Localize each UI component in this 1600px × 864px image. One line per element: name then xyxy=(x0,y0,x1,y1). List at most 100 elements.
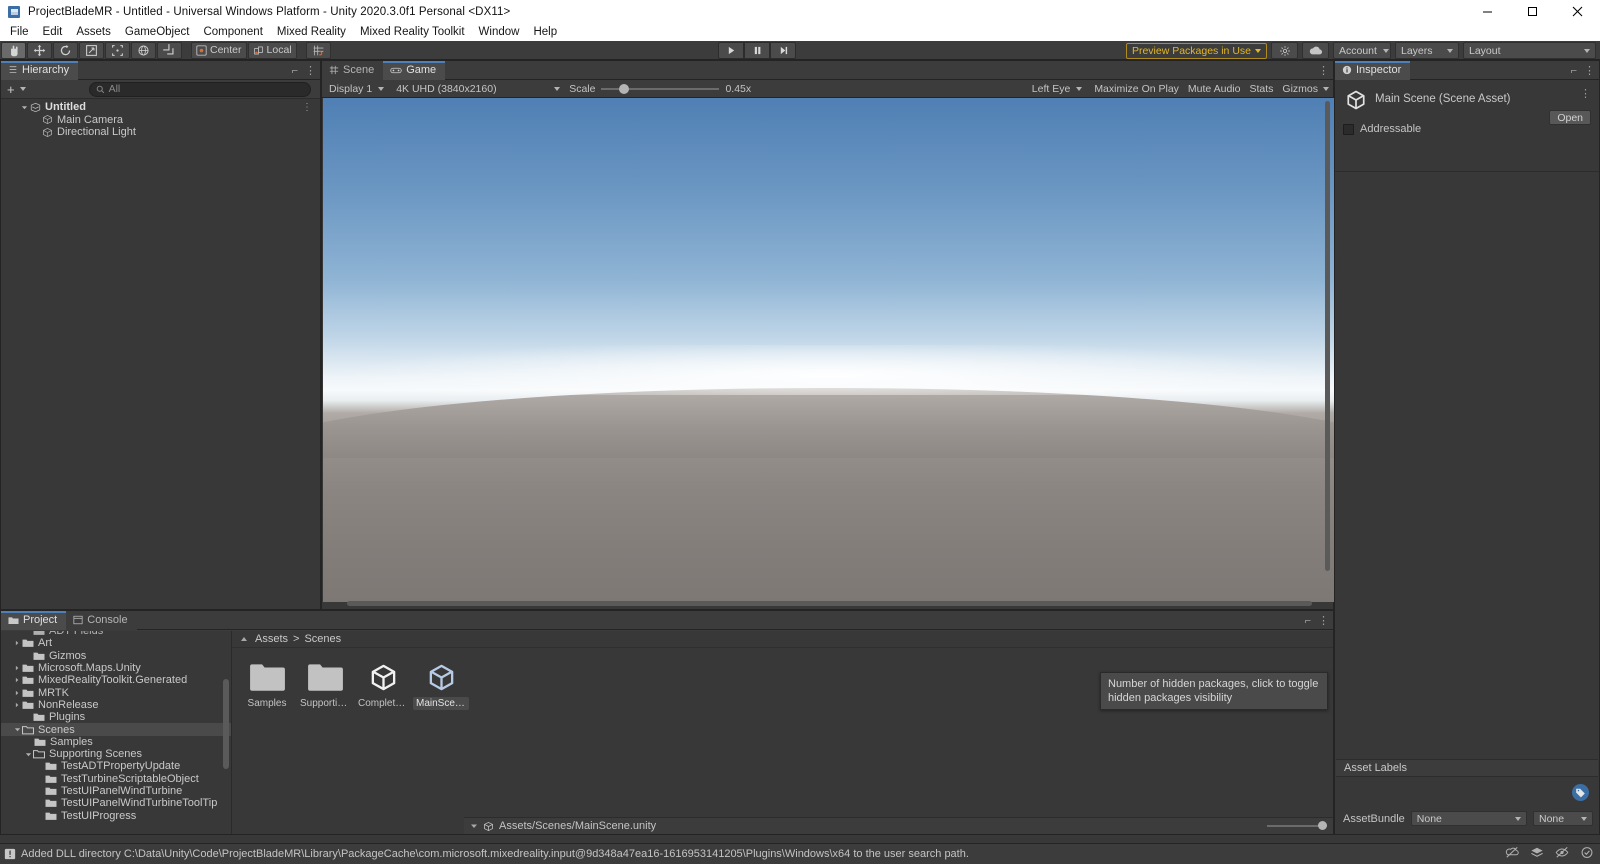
layout-dropdown[interactable]: Layout xyxy=(1463,42,1596,59)
move-tool-button[interactable] xyxy=(27,41,52,59)
menu-window[interactable]: Window xyxy=(472,25,527,39)
tree-row-testuipanelwindturbine[interactable]: TestUIPanelWindTurbine xyxy=(1,785,231,797)
breadcrumb-assets[interactable]: Assets xyxy=(255,633,288,645)
asset-item-samples[interactable]: Samples xyxy=(238,662,296,710)
preview-packages-button[interactable]: Preview Packages in Use xyxy=(1125,42,1267,59)
rect-tool-button[interactable] xyxy=(105,41,130,59)
eye-off-icon[interactable] xyxy=(1555,846,1569,862)
scale-slider-handle[interactable] xyxy=(619,83,630,94)
layers-dropdown[interactable]: Layers xyxy=(1395,42,1459,59)
hierarchy-item-main-camera[interactable]: Main Camera xyxy=(1,114,320,127)
display-dropdown[interactable]: Display 1 xyxy=(326,81,387,96)
chevron-right-icon[interactable] xyxy=(12,640,22,646)
hand-tool-button[interactable] xyxy=(1,41,26,59)
chevron-down-icon[interactable] xyxy=(1323,86,1329,91)
tree-row-mixedrealitytoolkit-generated[interactable]: MixedRealityToolkit.Generated xyxy=(1,674,231,686)
tree-row-mrtk[interactable]: MRTK xyxy=(1,686,231,699)
asset-item-mainscene[interactable]: MainScene xyxy=(412,662,470,710)
cloud-button[interactable] xyxy=(1302,42,1329,59)
hierarchy-add-button[interactable]: + xyxy=(4,82,29,97)
assetbundle-dropdown[interactable]: None xyxy=(1410,811,1527,826)
lock-icon[interactable]: ⌐ xyxy=(1305,615,1311,627)
kebab-menu-icon[interactable]: ⋮ xyxy=(1580,87,1591,100)
game-render-surface[interactable] xyxy=(323,98,1334,602)
tree-row-plugins[interactable]: Plugins xyxy=(1,711,231,723)
pivot-rotation-button[interactable]: Local xyxy=(247,41,297,59)
mute-audio-button[interactable]: Mute Audio xyxy=(1188,83,1241,95)
tree-row-nonrelease[interactable]: NonRelease xyxy=(1,699,231,711)
tab-game[interactable]: Game xyxy=(383,60,446,80)
minimize-button[interactable] xyxy=(1465,0,1510,23)
maximize-button[interactable] xyxy=(1510,0,1555,23)
tree-row-supporting-scenes[interactable]: Supporting Scenes xyxy=(1,748,231,760)
hierarchy-item-untitled[interactable]: Untitled ⋮ xyxy=(1,101,320,114)
menu-mixed-reality[interactable]: Mixed Reality xyxy=(270,25,353,39)
chevron-right-icon[interactable] xyxy=(12,665,22,671)
chevron-right-icon[interactable] xyxy=(12,677,22,683)
scrollbar-thumb[interactable] xyxy=(1325,101,1330,571)
eye-dropdown[interactable]: Left Eye xyxy=(1029,81,1086,96)
tree-row-testadtpropertyupdate[interactable]: TestADTPropertyUpdate xyxy=(1,760,231,772)
close-button[interactable] xyxy=(1555,0,1600,23)
pivot-mode-button[interactable]: Center xyxy=(191,41,247,59)
layers-stack-icon[interactable] xyxy=(1530,846,1544,862)
grid-snap-button[interactable] xyxy=(305,41,331,59)
scrollbar-thumb[interactable] xyxy=(223,679,229,769)
chevron-down-icon[interactable] xyxy=(23,751,33,758)
tree-row-testuiprogress[interactable]: TestUIProgress xyxy=(1,809,231,822)
tab-hierarchy[interactable]: Hierarchy xyxy=(1,60,79,80)
addressable-checkbox[interactable] xyxy=(1343,123,1354,135)
menu-assets[interactable]: Assets xyxy=(69,25,118,39)
tree-row-adt-fields[interactable]: ADT Fields xyxy=(1,631,231,637)
lock-icon[interactable]: ⌐ xyxy=(1571,65,1577,77)
kebab-menu-icon[interactable]: ⋮ xyxy=(305,64,316,77)
tree-row-testturbinescriptableobject[interactable]: TestTurbineScriptableObject xyxy=(1,773,231,785)
rotate-tool-button[interactable] xyxy=(53,41,78,59)
chevron-down-icon[interactable] xyxy=(19,104,30,111)
tree-row-testuipanelwindturbinetooltip[interactable]: TestUIPanelWindTurbineToolTip xyxy=(1,797,231,809)
tree-row-microsoft-maps-unity[interactable]: Microsoft.Maps.Unity xyxy=(1,662,231,674)
gameview-horizontal-scrollbar[interactable] xyxy=(323,600,1334,606)
scale-tool-button[interactable] xyxy=(79,41,104,59)
kebab-menu-icon[interactable]: ⋮ xyxy=(302,102,312,113)
chevron-right-icon[interactable] xyxy=(12,690,22,696)
tree-row-gizmos[interactable]: Gizmos xyxy=(1,650,231,662)
tree-row-scenes[interactable]: Scenes xyxy=(1,723,231,736)
scrollbar-thumb[interactable] xyxy=(347,601,1312,606)
gameview-vertical-scrollbar[interactable] xyxy=(1325,101,1331,596)
gizmos-button[interactable]: Gizmos xyxy=(1282,83,1318,95)
status-bar[interactable]: Added DLL directory C:\Data\Unity\Code\P… xyxy=(0,843,1600,864)
project-folder-tree[interactable]: ADT Fields Art Gizmos Microsoft.Maps.Uni… xyxy=(1,631,232,834)
scroll-up-icon[interactable] xyxy=(240,635,248,643)
grid-zoom-handle[interactable] xyxy=(1318,821,1327,830)
kebab-menu-icon[interactable]: ⋮ xyxy=(1318,614,1329,627)
hierarchy-search-input[interactable]: All xyxy=(88,81,311,97)
open-button[interactable]: Open xyxy=(1549,110,1591,125)
menu-help[interactable]: Help xyxy=(526,25,564,39)
tab-project[interactable]: Project xyxy=(1,610,67,630)
lock-icon[interactable]: ⌐ xyxy=(292,65,298,77)
check-circle-icon[interactable] xyxy=(1580,846,1594,862)
tab-console[interactable]: Console xyxy=(66,610,137,630)
resolution-dropdown[interactable]: 4K UHD (3840x2160) xyxy=(393,81,563,96)
chevron-right-icon[interactable] xyxy=(12,702,22,708)
stats-button[interactable]: Stats xyxy=(1249,83,1273,95)
kebab-menu-icon[interactable]: ⋮ xyxy=(1318,64,1329,77)
label-tag-button[interactable] xyxy=(1572,784,1589,801)
play-button[interactable] xyxy=(718,42,744,59)
transform-tool-button[interactable] xyxy=(131,41,156,59)
hierarchy-item-directional-light[interactable]: Directional Light xyxy=(1,126,320,139)
step-button[interactable] xyxy=(770,42,796,59)
chevron-down-icon[interactable] xyxy=(12,726,22,733)
tree-vertical-scrollbar[interactable] xyxy=(223,633,230,832)
breadcrumb-scenes[interactable]: Scenes xyxy=(304,633,341,645)
custom-tool-button[interactable] xyxy=(157,41,182,59)
menu-gameobject[interactable]: GameObject xyxy=(118,25,197,39)
menu-component[interactable]: Component xyxy=(196,25,269,39)
asset-item-completed-scene[interactable]: Completed... xyxy=(354,662,412,710)
tab-inspector[interactable]: Inspector xyxy=(1335,60,1411,80)
assetbundle-variant-dropdown[interactable]: None xyxy=(1533,811,1593,826)
kebab-menu-icon[interactable]: ⋮ xyxy=(1584,64,1595,77)
grid-zoom-slider[interactable] xyxy=(1267,821,1327,830)
tree-row-samples[interactable]: Samples xyxy=(1,736,231,748)
